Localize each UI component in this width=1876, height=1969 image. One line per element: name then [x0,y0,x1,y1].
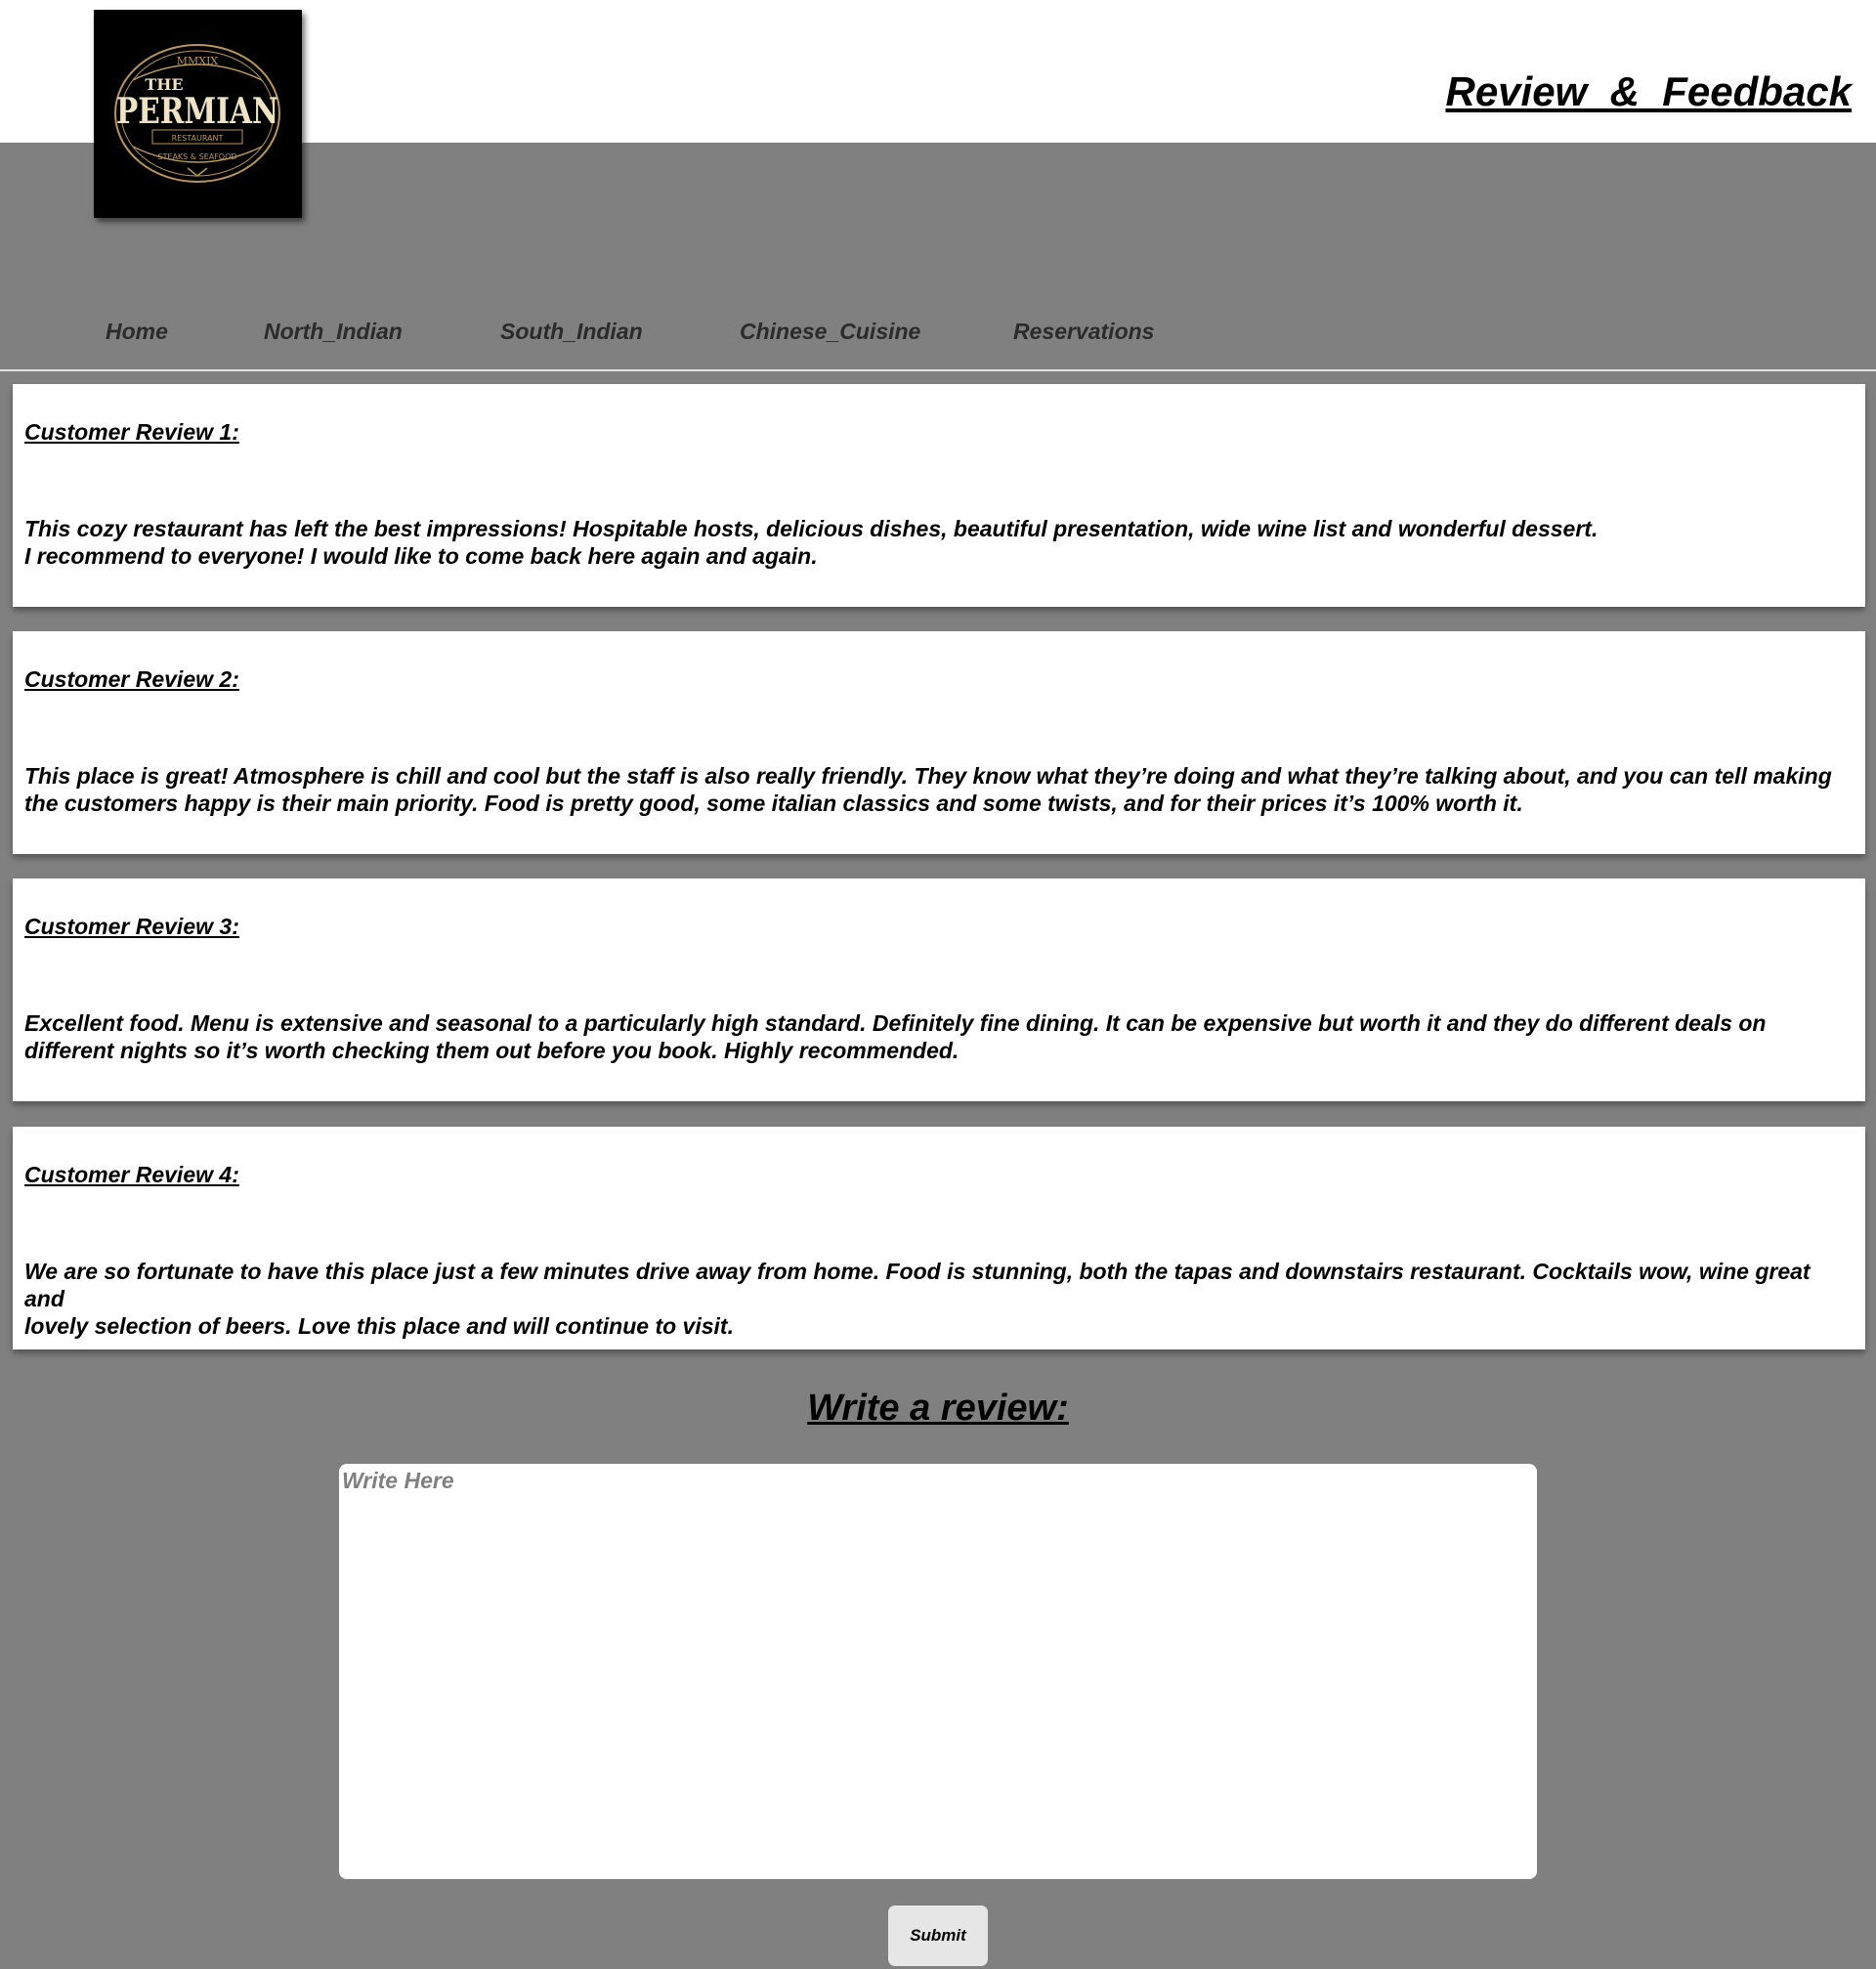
restaurant-logo[interactable]: MMXIX THE PERMIAN RESTAURANT STEAKS & SE… [94,10,302,218]
review-line: This place is great! Atmosphere is chill… [24,763,1832,789]
logo-line4: STEAKS & SEAFOOD [157,152,236,161]
write-review-title: Write a review: [807,1388,1069,1429]
nav-south-indian[interactable]: South_Indian [500,319,643,345]
review-line: different nights so it’s worth checking … [24,1038,959,1063]
submit-button[interactable]: Submit [888,1905,988,1966]
review-line: We are so fortunate to have this place j… [24,1259,1811,1311]
review-textarea[interactable] [339,1464,1537,1879]
review-text: This cozy restaurant has left the best i… [24,515,1852,570]
review-line: I recommend to everyone! I would like to… [24,543,818,569]
main-nav: Home North_Indian South_Indian Chinese_C… [0,293,1876,371]
page-title: Review & Feedback [1445,68,1852,114]
logo-emblem-icon: MMXIX THE PERMIAN RESTAURANT STEAKS & SE… [114,44,280,183]
review-heading: Customer Review 1: [24,419,239,445]
review-card-2: Customer Review 2: This place is great! … [13,631,1865,854]
review-heading: Customer Review 3: [24,914,239,939]
nav-north-indian[interactable]: North_Indian [264,319,403,345]
review-text: We are so fortunate to have this place j… [24,1258,1852,1340]
review-line: This cozy restaurant has left the best i… [24,516,1599,541]
review-heading: Customer Review 4: [24,1162,239,1187]
review-heading: Customer Review 2: [24,666,239,692]
review-card-4: Customer Review 4: We are so fortunate t… [13,1127,1865,1349]
nav-reservations[interactable]: Reservations [1013,319,1154,345]
review-card-1: Customer Review 1: This cozy restaurant … [13,384,1865,607]
nav-chinese-cuisine[interactable]: Chinese_Cuisine [740,319,920,345]
nav-home[interactable]: Home [106,319,168,345]
review-line: the customers happy is their main priori… [24,791,1523,816]
review-card-3: Customer Review 3: Excellent food. Menu … [13,878,1865,1101]
review-line: Excellent food. Menu is extensive and se… [24,1010,1767,1036]
review-line: lovely selection of beers. Love this pla… [24,1313,734,1339]
review-text: This place is great! Atmosphere is chill… [24,762,1852,817]
logo-line2: PERMIAN [116,91,278,132]
logo-year: MMXIX [177,55,219,67]
nav-divider [0,369,1876,371]
review-text: Excellent food. Menu is extensive and se… [24,1009,1852,1064]
logo-line3: RESTAURANT [172,134,224,143]
